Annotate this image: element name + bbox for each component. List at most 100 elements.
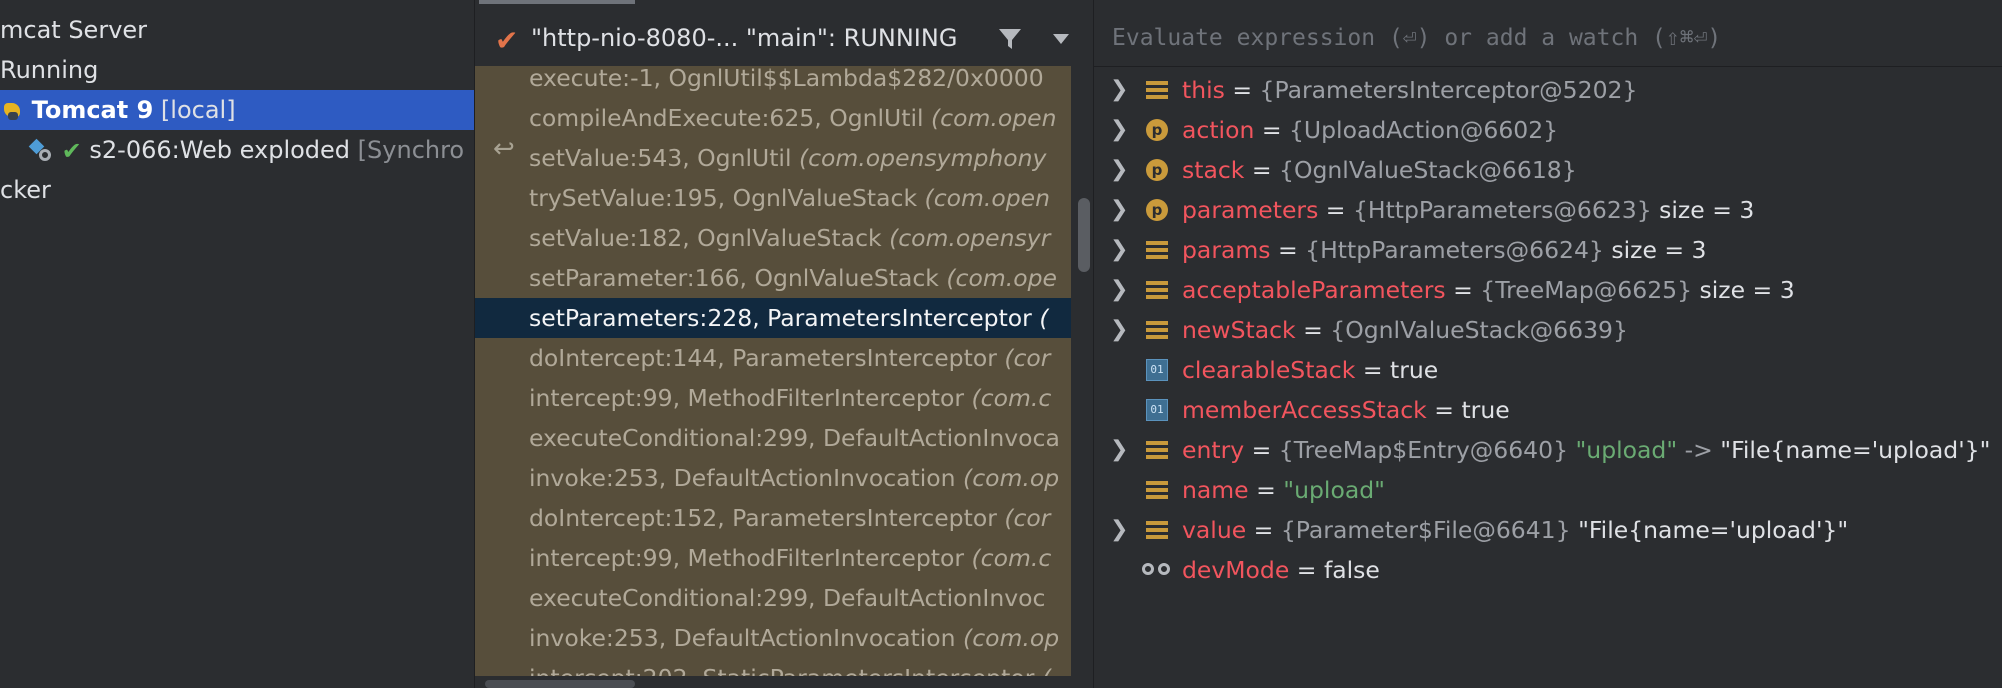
evaluate-expression-input[interactable] [1110,16,1994,60]
variable-extra: size = 3 [1692,276,1795,304]
frame-method: intercept:99, MethodFilterInterceptor [529,544,972,572]
tree-item-s2-066[interactable]: ✔ s2-066:Web exploded [Synchro [0,130,474,170]
variable-row[interactable]: ❯ entry = {TreeMap$Entry@6640} "upload" -… [1094,430,2002,470]
tree-item-tomcat-9[interactable]: Tomcat 9 [local] [0,90,474,130]
variable-value: {HttpParameters@6624} [1305,236,1604,264]
frame-row[interactable]: invoke:253, DefaultActionInvocation (com… [475,458,1071,498]
scrollbar-thumb[interactable] [1078,198,1090,272]
protected-field-icon: p [1146,119,1168,141]
tree-item-name: s2-066:Web exploded [89,136,351,164]
filter-icon[interactable] [997,26,1023,52]
expand-chevron-icon[interactable]: ❯ [1110,190,1128,230]
frame-row[interactable]: execute:-1, OgnlUtil$$Lambda$282/0x0000 [475,66,1071,98]
variable-row[interactable]: ❯ acceptableParameters = {TreeMap@6625} s… [1094,270,2002,310]
frame-row[interactable]: compileAndExecute:625, OgnlUtil (com.ope… [475,98,1071,138]
expand-chevron-icon[interactable]: ❯ [1110,270,1128,310]
variable-text: clearableStack = true [1182,350,1438,390]
services-tree: mcat Server Running Tomcat 9 [local] ✔ s… [0,0,474,688]
frame-package: (com.ope [946,264,1057,292]
expand-chevron-icon[interactable]: ❯ [1110,430,1128,470]
variable-row[interactable]: 01 memberAccessStack = true [1094,390,2002,430]
expand-chevron-icon[interactable]: ❯ [1110,70,1128,110]
variable-value: {Parameter$File@6641} [1280,516,1579,544]
chevron-down-icon[interactable] [1053,34,1069,44]
frame-row[interactable]: executeConditional:299, DefaultActionInv… [475,418,1071,458]
variable-row[interactable]: ❯ p stack = {OgnlValueStack@6618} [1094,150,2002,190]
frame-method: compileAndExecute:625, OgnlUtil [529,104,931,132]
variable-row[interactable]: ❯ p action = {UploadAction@6602} [1094,110,2002,150]
variable-row[interactable]: ❯ newStack = {OgnlValueStack@6639} [1094,310,2002,350]
expand-chevron-icon[interactable]: ❯ [1110,110,1128,150]
frame-package: (cor [1004,504,1051,532]
tree-item-running[interactable]: Running [0,50,474,90]
variable-row[interactable]: devMode = false [1094,550,2002,590]
variable-name: clearableStack [1182,356,1356,384]
watch-glasses-icon [1142,561,1174,583]
return-icon: ↩ [493,134,515,164]
tree-item-docker[interactable]: cker [0,170,474,210]
thread-selector[interactable]: ✔ "http-nio-8080-... "main": RUNNING [475,0,1093,66]
variable-name: newStack [1182,316,1296,344]
frame-row[interactable]: intercept:202, StaticParametersIntercept… [475,658,1071,676]
frame-row[interactable]: intercept:99, MethodFilterInterceptor (c… [475,378,1071,418]
variable-text: params = {HttpParameters@6624} size = 3 [1182,230,1707,270]
expand-chevron-icon[interactable]: ❯ [1110,230,1128,270]
tree-item-tomcat-server[interactable]: mcat Server [0,10,474,50]
variable-text: acceptableParameters = {TreeMap@6625} si… [1182,270,1795,310]
variable-name: name [1182,476,1249,504]
variable-row[interactable]: ❯ this = {ParametersInterceptor@5202} [1094,70,2002,110]
evaluate-expression-box[interactable] [1094,10,2002,67]
frame-method: setValue:543, OgnlUtil [529,144,799,172]
equals-sign: = [1426,396,1462,424]
field-icon [1146,479,1168,501]
primitive-icon: 01 [1146,399,1168,421]
frames-list: execute:-1, OgnlUtil$$Lambda$282/0x0000 c… [475,66,1071,676]
field-icon [1146,439,1168,461]
variable-text: parameters = {HttpParameters@6623} size … [1182,190,1754,230]
expand-chevron-icon[interactable]: ❯ [1110,150,1128,190]
vertical-scrollbar[interactable] [1071,66,1093,676]
variable-name: entry [1182,436,1245,464]
variable-text: entry = {TreeMap$Entry@6640} "upload" ->… [1182,430,1990,470]
protected-field-icon: p [1146,159,1168,181]
equals-sign: = [1254,116,1289,144]
field-icon [1146,319,1168,341]
tree-item-suffix: [local] [153,96,236,124]
frame-package: (com.c [971,544,1052,572]
frame-row[interactable]: setParameters:228, ParametersInterceptor… [475,298,1071,338]
frame-row[interactable]: doIntercept:152, ParametersInterceptor (… [475,498,1071,538]
frames-panel: ✔ "http-nio-8080-... "main": RUNNING exe… [474,0,1093,688]
frame-row[interactable]: setParameter:166, OgnlValueStack (com.op… [475,258,1071,298]
equals-sign: = [1270,236,1306,264]
frame-row[interactable]: trySetValue:195, OgnlValueStack (com.ope… [475,178,1071,218]
frame-method: invoke:253, DefaultActionInvocation [529,624,964,652]
frame-package: ( [1039,304,1049,332]
equals-sign: = [1224,76,1260,104]
frame-method: setParameters:228, ParametersInterceptor [529,304,1040,332]
frame-row[interactable]: intercept:99, MethodFilterInterceptor (c… [475,538,1071,578]
variable-text: devMode = false [1182,550,1380,590]
tree-item-label: Running [0,56,99,84]
thread-label[interactable]: "http-nio-8080-... "main": RUNNING [531,24,957,52]
frame-row[interactable]: setValue:182, OgnlValueStack (com.opensy… [475,218,1071,258]
frame-method: doIntercept:144, ParametersInterceptor [529,344,1005,372]
frame-row[interactable]: setValue:543, OgnlUtil (com.opensymphony [475,138,1071,178]
variable-row[interactable]: 01 clearableStack = true [1094,350,2002,390]
variable-row[interactable]: ❯ params = {HttpParameters@6624} size = 3 [1094,230,2002,270]
frame-row[interactable]: executeConditional:299, DefaultActionInv… [475,578,1071,618]
field-icon [1146,79,1168,101]
expand-chevron-icon[interactable]: ❯ [1110,310,1128,350]
variable-name: action [1182,116,1255,144]
expand-chevron-icon[interactable]: ❯ [1110,510,1128,550]
equals-sign: = [1248,476,1284,504]
variable-row[interactable]: ❯ value = {Parameter$File@6641} "File{nam… [1094,510,2002,550]
frame-package: (com.open [924,184,1051,212]
horizontal-scrollbar[interactable] [485,680,635,688]
frame-row[interactable]: invoke:253, DefaultActionInvocation (com… [475,618,1071,658]
frame-row[interactable]: doIntercept:144, ParametersInterceptor (… [475,338,1071,378]
equals-sign: = [1289,556,1324,584]
variable-row[interactable]: name = "upload" [1094,470,2002,510]
variable-row[interactable]: ❯ p parameters = {HttpParameters@6623} siz… [1094,190,2002,230]
tree-item-name: Tomcat 9 [31,96,154,124]
frame-package: (com.op [963,464,1060,492]
